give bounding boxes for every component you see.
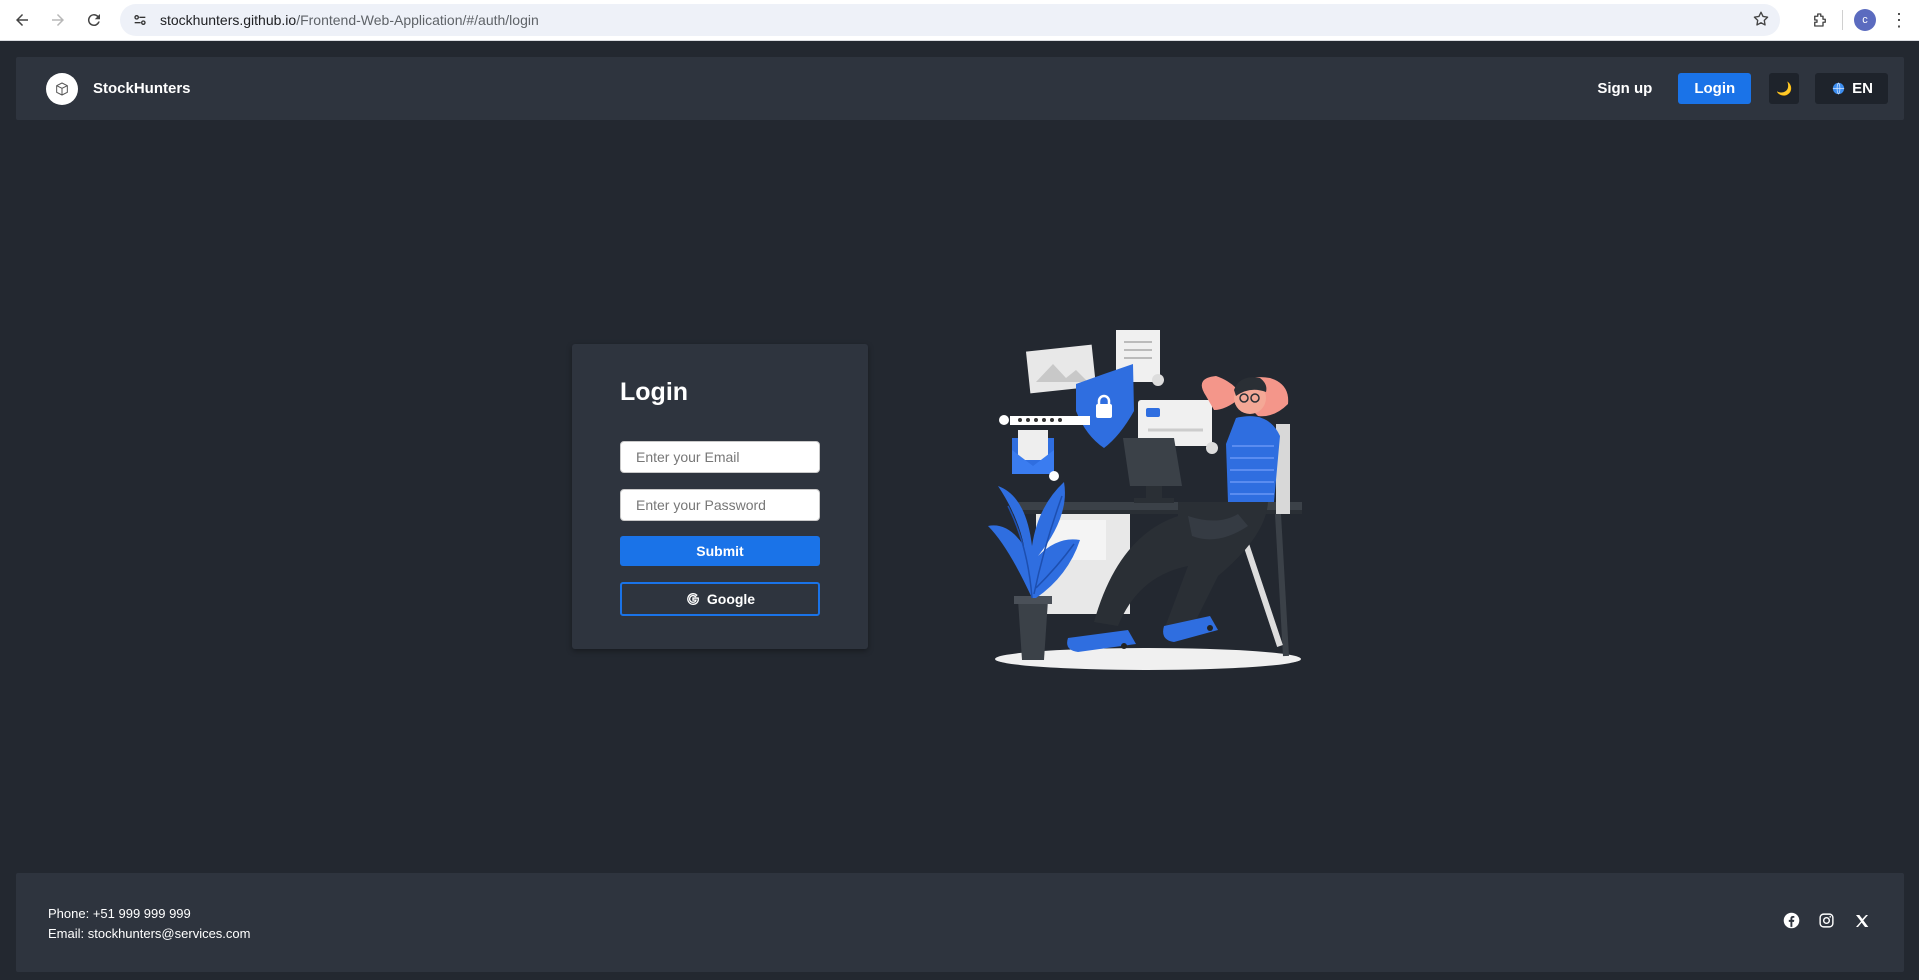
email-text: Email: stockhunters@services.com (48, 926, 251, 941)
url-text: stockhunters.github.io/Frontend-Web-Appl… (160, 12, 539, 28)
brand-name[interactable]: StockHunters (93, 80, 191, 97)
moon-icon: 🌙 (1776, 80, 1793, 96)
login-button[interactable]: Login (1678, 73, 1752, 104)
google-login-button[interactable]: Google (620, 582, 820, 616)
password-input[interactable] (620, 489, 820, 521)
email-input[interactable] (620, 441, 820, 473)
google-icon (687, 593, 699, 606)
arrow-right-icon (52, 14, 64, 26)
url-host: stockhunters.github.io (160, 12, 297, 28)
contact-info: Phone: +51 999 999 999 Email: stockhunte… (48, 904, 250, 944)
arrow-left-icon (16, 14, 28, 26)
submit-button[interactable]: Submit (620, 536, 820, 566)
login-title: Login (620, 378, 689, 406)
browser-toolbar: stockhunters.github.io/Frontend-Web-Appl… (0, 0, 1919, 41)
back-button[interactable] (4, 2, 40, 38)
google-label: Google (706, 591, 756, 607)
instagram-icon[interactable] (1818, 912, 1835, 929)
app-footer: Phone: +51 999 999 999 Email: stockhunte… (16, 873, 1904, 972)
extensions-icon[interactable] (1804, 4, 1836, 36)
reload-icon (87, 14, 100, 27)
url-path: /Frontend-Web-Application/#/auth/login (296, 12, 539, 28)
forward-button[interactable] (40, 2, 76, 38)
signup-link[interactable]: Sign up (1597, 80, 1652, 97)
facebook-icon[interactable] (1783, 912, 1800, 929)
language-selector[interactable]: EN (1815, 73, 1888, 104)
cube-logo-icon (56, 82, 68, 95)
social-links (1783, 912, 1870, 929)
site-info-icon[interactable] (124, 4, 156, 36)
brand-logo[interactable] (46, 72, 78, 105)
toolbar-divider (1842, 10, 1843, 30)
login-card: Login Submit Google (572, 344, 868, 649)
reload-button[interactable] (76, 2, 112, 38)
address-bar[interactable]: stockhunters.github.io/Frontend-Web-Appl… (120, 4, 1780, 36)
browser-menu-icon[interactable]: ⋮ (1887, 4, 1911, 36)
language-label: EN (1852, 80, 1873, 97)
bookmark-star-icon[interactable] (1752, 10, 1770, 33)
globe-icon (1833, 82, 1845, 95)
profile-avatar[interactable]: c (1854, 9, 1876, 31)
security-illustration (988, 330, 1302, 670)
theme-toggle-button[interactable]: 🌙 (1769, 73, 1800, 104)
phone-text: Phone: +51 999 999 999 (48, 906, 191, 921)
app-header: StockHunters Sign up Login 🌙 EN (16, 57, 1904, 120)
x-icon[interactable] (1853, 912, 1870, 929)
